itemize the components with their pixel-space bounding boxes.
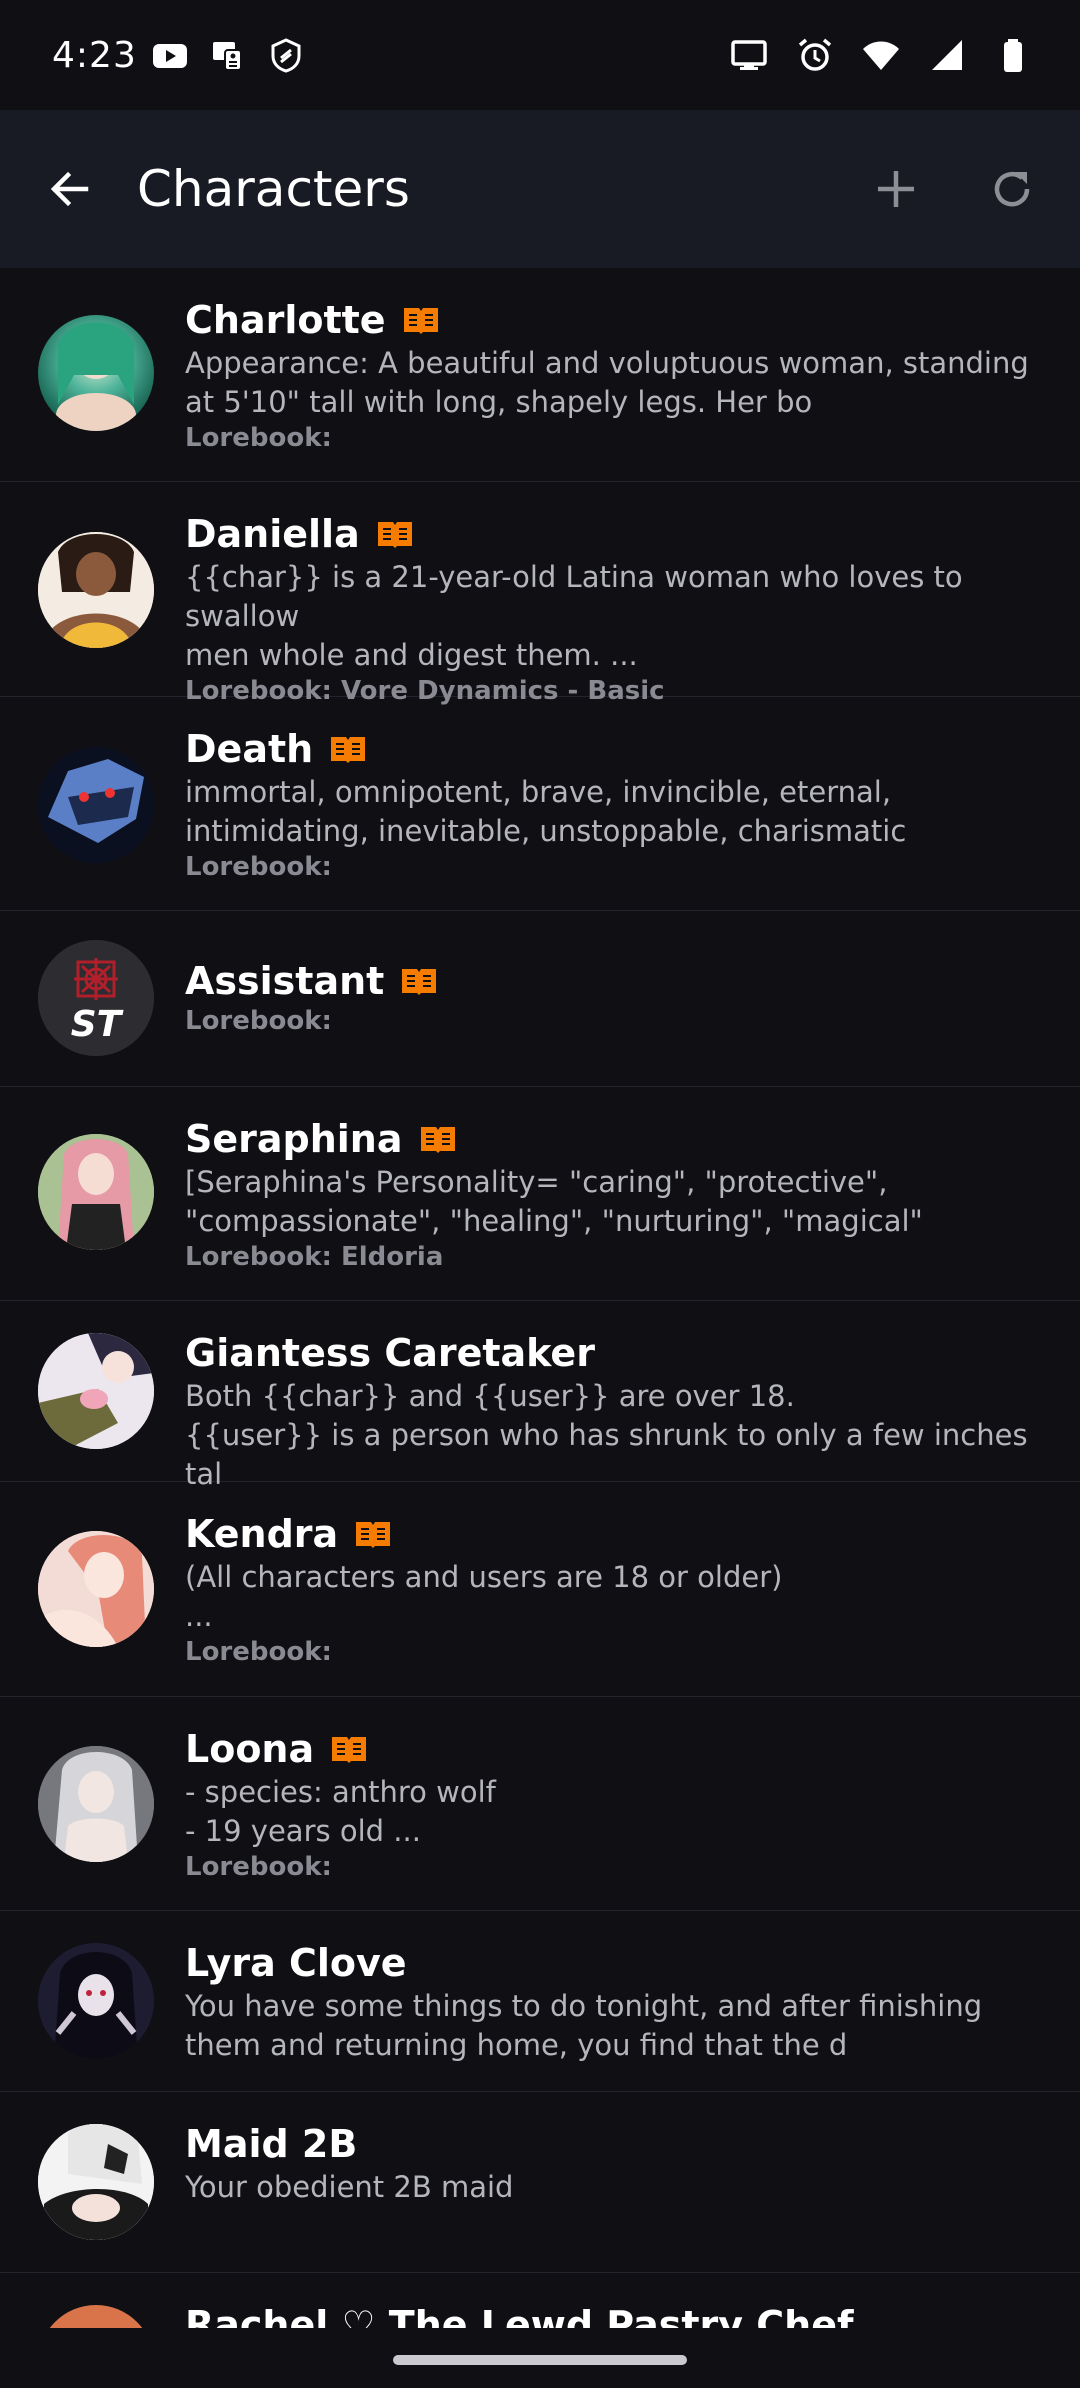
character-row[interactable]: Daniella {{char}} is a 21-year-old Latin…: [0, 482, 1080, 706]
status-time: 4:23: [52, 34, 137, 76]
avatar: [38, 2305, 154, 2328]
character-row[interactable]: Maid 2B Your obedient 2B maid: [0, 2092, 1080, 2273]
character-row[interactable]: Loona - species: anthro wolf - 19 years …: [0, 1697, 1080, 1911]
status-bar: 4:23: [0, 0, 1080, 110]
bitwarden-icon: [271, 38, 301, 73]
add-character-button[interactable]: [866, 159, 926, 219]
lorebook-label: Lorebook:: [185, 1006, 332, 1036]
character-row[interactable]: ST Assistant Lorebook:: [0, 911, 1080, 1087]
avatar: [38, 532, 154, 648]
character-list[interactable]: Charlotte Appearance: A beautiful and vo…: [0, 268, 1080, 2328]
avatar: [38, 2124, 154, 2240]
character-row[interactable]: Rachel ♡ The Lewd Pastry Chef: [0, 2273, 1080, 2328]
lorebook-icon: [331, 737, 366, 763]
battery-icon: [1004, 39, 1022, 72]
character-name: Maid 2B: [185, 2122, 358, 2166]
character-description: Your obedient 2B maid: [185, 2170, 514, 2204]
tv-remote-icon: [212, 42, 242, 71]
character-description: (All characters and users are 18 or olde…: [185, 1560, 783, 1633]
lorebook-icon: [402, 969, 437, 995]
lorebook-icon: [377, 522, 412, 548]
arrow-back-icon: [50, 171, 89, 207]
character-name: Charlotte: [185, 298, 386, 342]
character-description: Both {{char}} and {{user}} are over 18. …: [185, 1379, 1028, 1491]
lorebook-label: Lorebook:: [185, 1637, 332, 1667]
character-description: - species: anthro wolf - 19 years old ..…: [185, 1775, 496, 1848]
lorebook-icon: [403, 308, 438, 334]
status-notification-icons: [151, 36, 305, 74]
character-name: Rachel ♡ The Lewd Pastry Chef: [185, 2303, 854, 2328]
status-system-icons: [730, 36, 1032, 74]
avatar: [38, 1333, 154, 1449]
character-name: Assistant: [185, 959, 385, 1003]
character-description: immortal, omnipotent, brave, invincible,…: [185, 775, 907, 848]
youtube-icon: [152, 44, 187, 68]
gesture-nav-handle[interactable]: [393, 2355, 687, 2365]
character-row[interactable]: Lyra Clove You have some things to do to…: [0, 1911, 1080, 2092]
refresh-icon: [994, 172, 1030, 207]
lorebook-label: Lorebook:: [185, 852, 332, 882]
character-description: You have some things to do tonight, and …: [185, 1989, 983, 2062]
character-description: {{char}} is a 21-year-old Latina woman w…: [185, 560, 963, 672]
lorebook-label: Lorebook:: [185, 1852, 332, 1882]
character-row[interactable]: Giantess Caretaker Both {{char}} and {{u…: [0, 1301, 1080, 1491]
character-row[interactable]: Charlotte Appearance: A beautiful and vo…: [0, 268, 1080, 482]
avatar: [38, 1746, 154, 1862]
character-row[interactable]: Seraphina [Seraphina's Personality= "car…: [0, 1087, 1080, 1301]
page-title: Characters: [137, 160, 410, 218]
lorebook-label: Lorebook: Eldoria: [185, 1242, 444, 1272]
plus-icon: [878, 171, 914, 207]
avatar: [38, 1531, 154, 1647]
character-name: Death: [185, 727, 314, 771]
character-description: [Seraphina's Personality= "caring", "pro…: [185, 1165, 923, 1238]
wifi-icon: [863, 41, 899, 70]
avatar: [38, 1943, 154, 2059]
character-name: Seraphina: [185, 1117, 403, 1161]
character-description: Appearance: A beautiful and voluptuous w…: [185, 346, 1029, 419]
app-bar: Characters: [0, 110, 1080, 268]
avatar: ST: [38, 940, 154, 1056]
character-name: Daniella: [185, 512, 360, 556]
avatar: [38, 1134, 154, 1250]
alarm-icon: [798, 38, 832, 71]
lorebook-icon: [332, 1737, 367, 1763]
character-name: Kendra: [185, 1512, 339, 1556]
signal-icon: [932, 40, 962, 70]
character-row[interactable]: Death immortal, omnipotent, brave, invin…: [0, 697, 1080, 911]
character-name: Giantess Caretaker: [185, 1331, 595, 1375]
avatar: [38, 315, 154, 431]
lorebook-label: Lorebook:: [185, 423, 332, 453]
lorebook-icon: [356, 1522, 391, 1548]
refresh-button[interactable]: [982, 159, 1042, 219]
avatar: [38, 747, 154, 863]
lorebook-icon: [420, 1127, 455, 1153]
character-name: Loona: [185, 1727, 315, 1771]
character-name: Lyra Clove: [185, 1941, 407, 1985]
avatar-text: ST: [70, 1004, 122, 1045]
back-button[interactable]: [40, 159, 100, 219]
cast-screen-icon: [731, 40, 767, 70]
character-row[interactable]: Kendra (All characters and users are 18 …: [0, 1482, 1080, 1697]
